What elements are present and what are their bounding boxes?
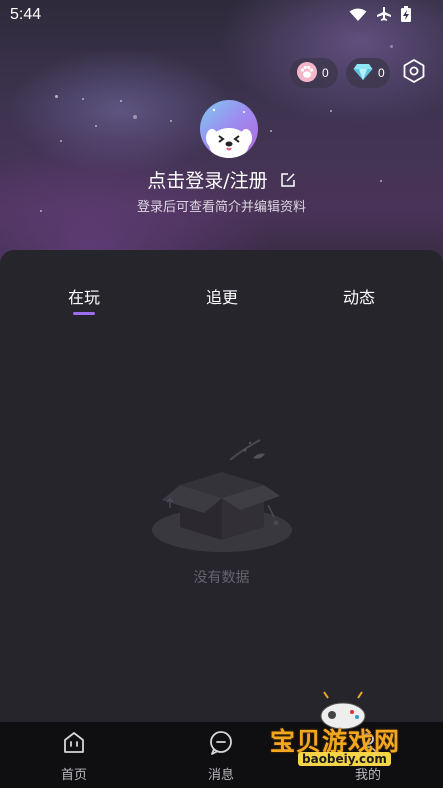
tab-bar: 在玩 追更 动态 bbox=[0, 284, 443, 324]
watermark: 宝贝游戏网 baobeiy.com bbox=[268, 690, 418, 785]
nav-messages[interactable]: 消息 bbox=[186, 730, 256, 783]
login-subtitle: 登录后可查看简介并编辑资料 bbox=[136, 200, 306, 215]
settings-hexagon-icon bbox=[401, 58, 427, 88]
status-time: 5:44 bbox=[10, 6, 42, 23]
tab-activity[interactable]: 动态 bbox=[319, 284, 399, 308]
diamond-count: 0 bbox=[378, 66, 385, 80]
empty-box-illustration bbox=[150, 430, 295, 555]
paw-icon bbox=[297, 61, 317, 85]
settings-button[interactable] bbox=[399, 58, 429, 88]
nav-messages-label: 消息 bbox=[207, 768, 234, 783]
paw-count: 0 bbox=[322, 66, 329, 80]
tab-following[interactable]: 追更 bbox=[182, 284, 262, 308]
airplane-icon bbox=[376, 6, 392, 26]
nav-home[interactable]: 首页 bbox=[39, 730, 109, 783]
diamond-icon bbox=[353, 63, 373, 84]
paw-coin-chip[interactable]: 0 bbox=[290, 58, 338, 88]
content-panel: 在玩 追更 动态 没有数据 bbox=[0, 250, 443, 730]
home-icon bbox=[61, 732, 87, 760]
status-bar: 5:44 bbox=[0, 0, 443, 30]
login-register-link[interactable]: 点击登录/注册 bbox=[0, 166, 443, 193]
avatar[interactable] bbox=[200, 100, 258, 158]
wifi-icon bbox=[349, 7, 367, 26]
tab-playing[interactable]: 在玩 bbox=[44, 284, 124, 308]
edit-icon bbox=[280, 171, 296, 193]
watermark-url: baobeiy.com bbox=[298, 752, 391, 766]
empty-state-text: 没有数据 bbox=[193, 570, 250, 586]
nav-home-label: 首页 bbox=[60, 768, 87, 783]
active-tab-indicator bbox=[73, 312, 95, 315]
login-title-text: 点击登录/注册 bbox=[147, 170, 268, 192]
diamond-chip[interactable]: 0 bbox=[346, 58, 390, 88]
message-icon bbox=[208, 731, 234, 760]
battery-charging-icon bbox=[401, 6, 411, 26]
